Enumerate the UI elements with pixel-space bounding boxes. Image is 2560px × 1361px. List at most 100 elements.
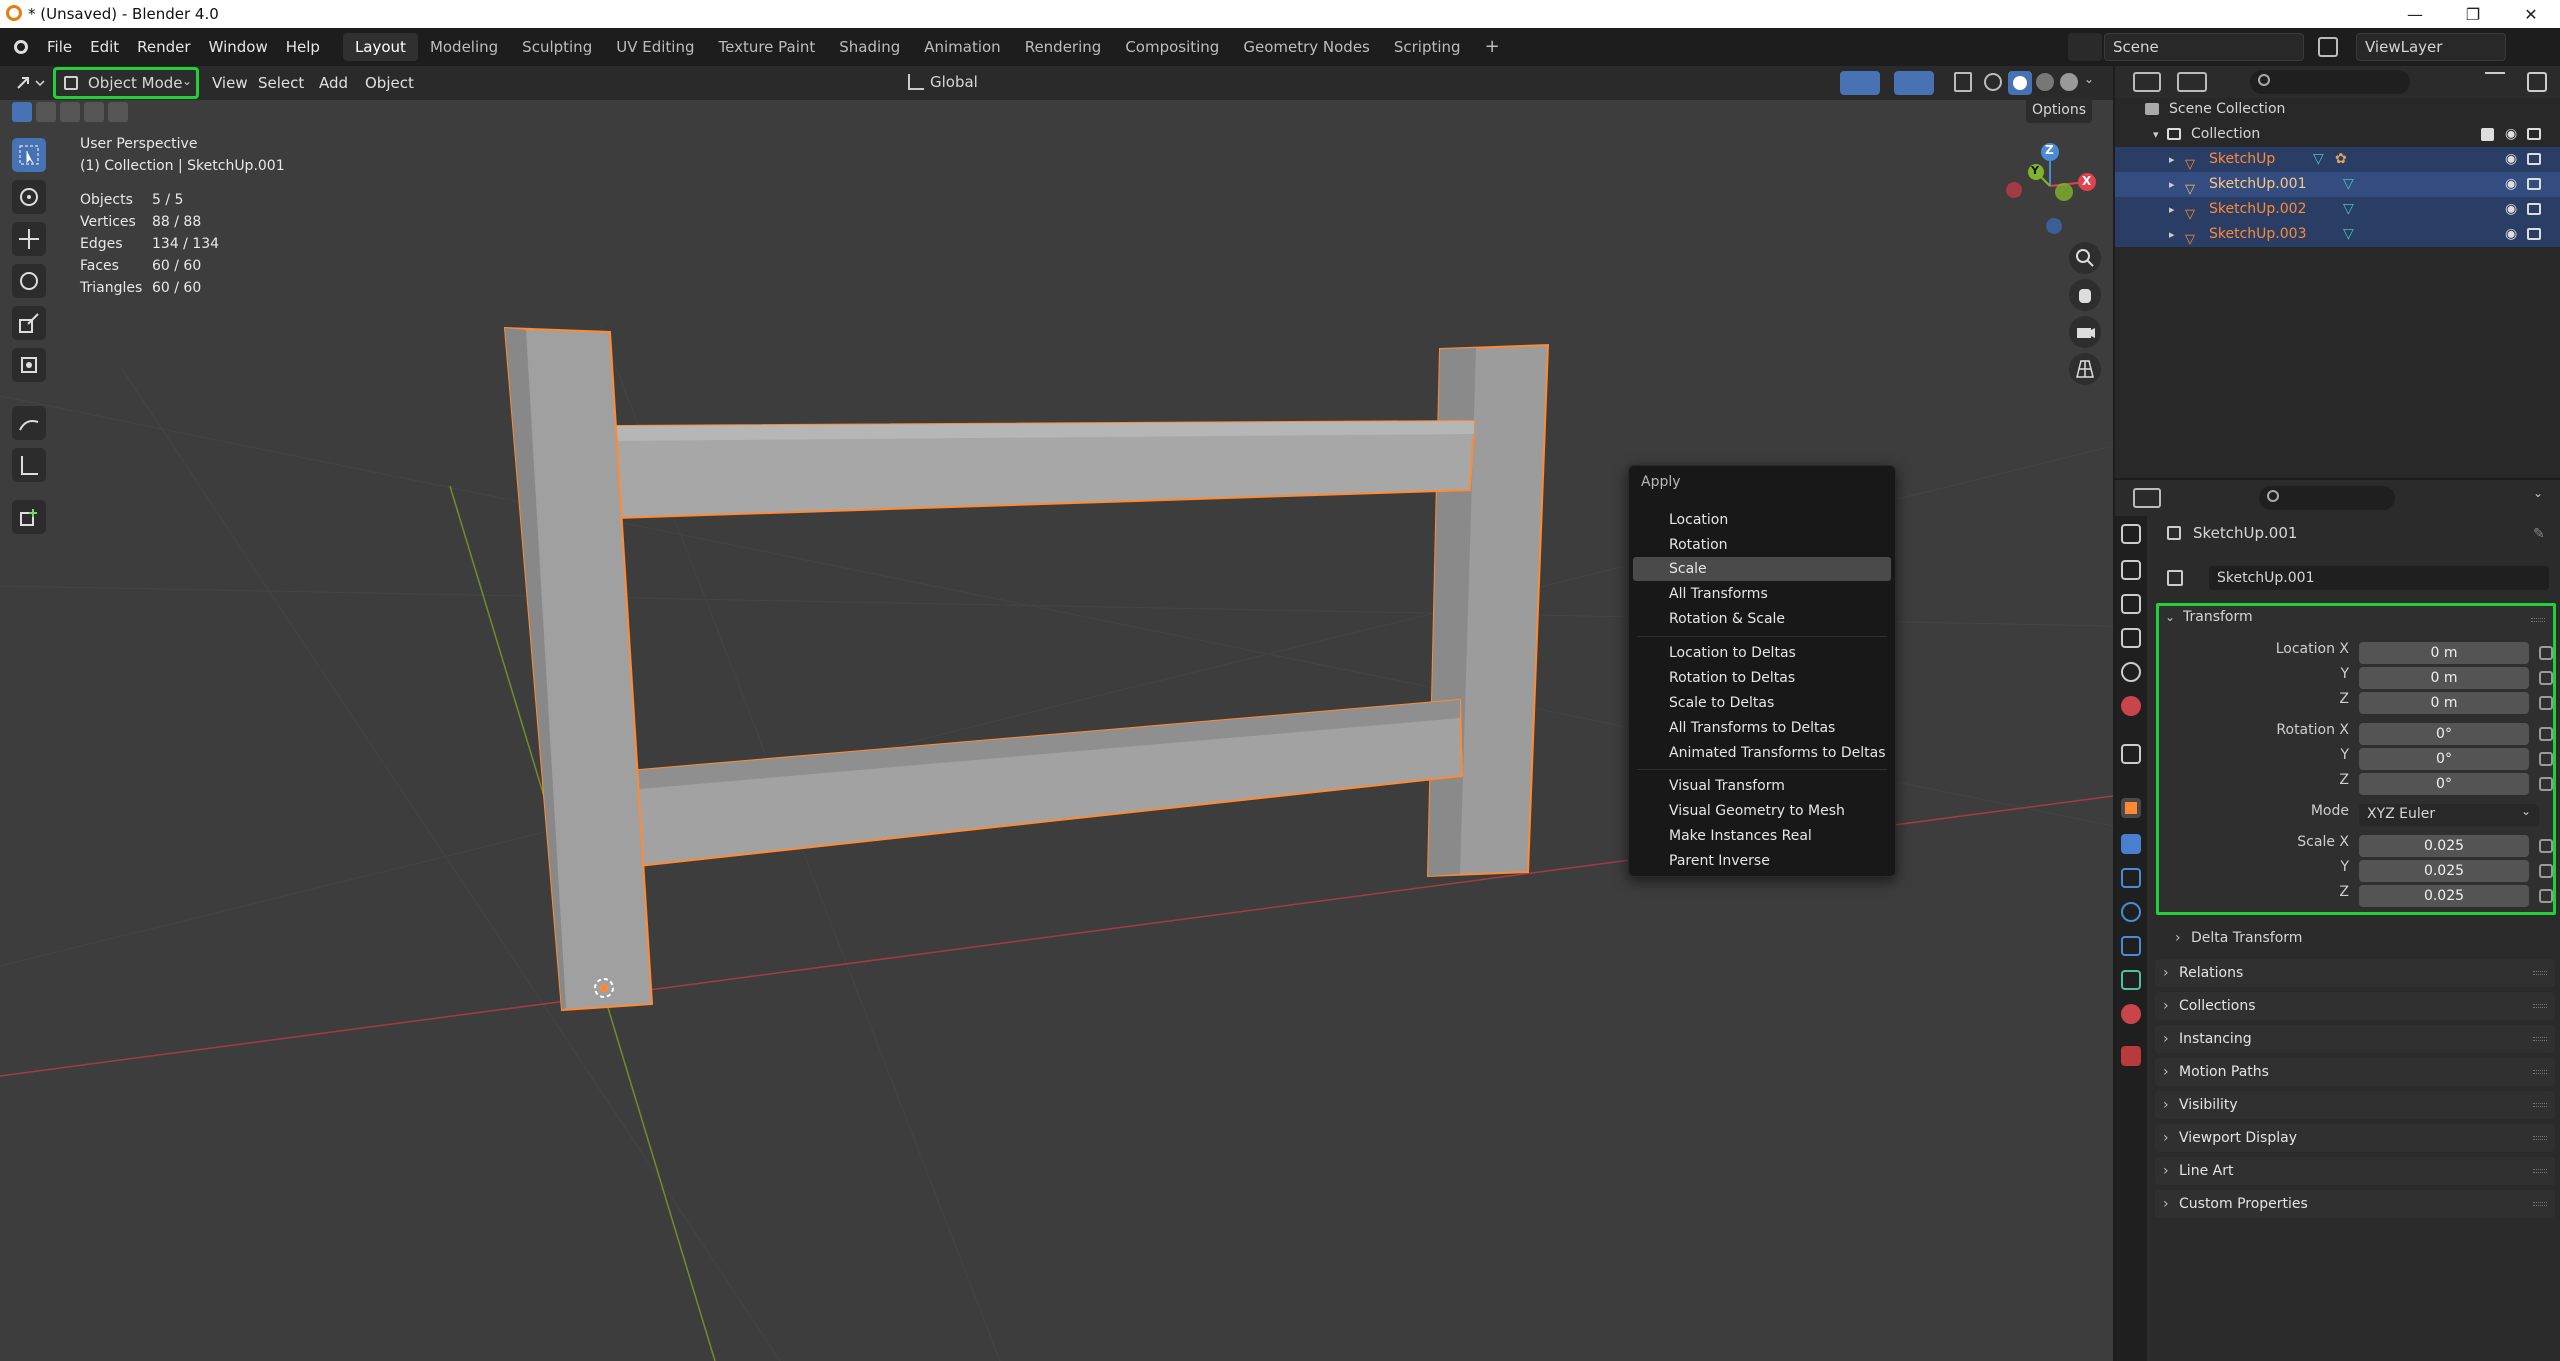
tab-rendering[interactable]: Rendering [1013,33,1114,61]
tab-sculpting[interactable]: Sculpting [510,33,604,61]
tab-texture-paint[interactable]: Texture Paint [706,33,827,61]
eye-icon[interactable]: ◉ [2505,122,2517,147]
render-tab-icon[interactable] [2121,560,2141,580]
expand-arrow-icon[interactable]: ▸ [2169,172,2175,197]
tab-animation[interactable]: Animation [912,33,1012,61]
world-tab-icon[interactable] [2121,696,2141,716]
expand-arrow-icon[interactable]: ▸ [2169,222,2175,247]
wireframe-shading-icon[interactable] [1984,73,2002,91]
scale-z-field[interactable]: 0.025 [2359,885,2529,907]
expand-arrow-icon[interactable]: ▸ [2169,197,2175,222]
outliner-row-object[interactable]: ▸ ▽ SketchUp.001 ▽ ◉ [2115,172,2560,197]
outliner-search-input[interactable] [2250,70,2410,94]
pivot-point-icon[interactable] [1010,71,1046,95]
outliner-row-object[interactable]: ▸ ▽ SketchUp.002 ▽ ◉ [2115,197,2560,222]
scale-y-field[interactable]: 0.025 [2359,860,2529,882]
camera-icon[interactable] [2527,178,2541,190]
outliner-row-object[interactable]: ▸ ▽ SketchUp.003 ▽ ◉ [2115,222,2560,247]
menu-window[interactable]: Window [200,33,277,61]
panel-viewport-display[interactable]: › Viewport Display [2155,1124,2555,1152]
rotation-mode-dropdown[interactable]: XYZ Euler ⌄ [2359,804,2539,826]
lock-icon[interactable] [2539,696,2553,710]
output-tab-icon[interactable] [2121,594,2141,614]
scale-tool[interactable] [12,306,46,340]
drag-handle-icon[interactable] [2533,1169,2547,1173]
options-button[interactable]: Options [2026,97,2092,123]
gizmo-toggle-icon[interactable] [1840,71,1880,95]
apply-parent-inverse[interactable]: Parent Inverse [1633,849,1891,873]
rendered-shading-icon[interactable] [2060,73,2078,91]
apply-rotation-to-deltas[interactable]: Rotation to Deltas [1633,666,1891,690]
outliner-row-object[interactable]: ▸ ▽ SketchUp ▽ ✿ ◉ [2115,147,2560,172]
constraints-tab-icon[interactable] [2121,936,2141,956]
scene-selector[interactable]: Scene [2104,33,2304,61]
tab-modeling[interactable]: Modeling [418,33,510,61]
menu-file[interactable]: File [38,33,81,61]
panel-instancing[interactable]: › Instancing [2155,1025,2555,1053]
menu-select[interactable]: Select [250,70,312,96]
drag-handle-icon[interactable] [2533,1004,2547,1008]
drag-handle-icon[interactable] [2533,1037,2547,1041]
rotation-y-field[interactable]: 0° [2359,748,2529,770]
collection-tab-icon[interactable] [2121,744,2141,764]
expand-arrow-icon[interactable]: ▸ [2169,147,2175,172]
view-layer-tab-icon[interactable] [2121,628,2141,648]
outliner-editor-icon[interactable] [2133,72,2161,92]
menu-add[interactable]: Add [311,70,356,96]
location-y-field[interactable]: 0 m [2359,667,2529,689]
tab-layout[interactable]: Layout [342,33,418,61]
tab-scripting[interactable]: Scripting [1382,33,1473,61]
chevron-down-icon[interactable]: ⌄ [2165,610,2175,624]
properties-search-input[interactable] [2259,486,2395,510]
apply-location-to-deltas[interactable]: Location to Deltas [1633,641,1891,665]
blender-menu-icon[interactable] [14,40,28,54]
menu-object[interactable]: Object [357,70,422,96]
object-data-tab-icon[interactable] [2121,970,2141,990]
measure-tool[interactable] [12,448,46,482]
camera-icon[interactable] [2527,153,2541,165]
panel-custom-properties[interactable]: › Custom Properties [2155,1190,2555,1218]
scale-x-field[interactable]: 0.025 [2359,835,2529,857]
panel-motion-paths[interactable]: › Motion Paths [2155,1058,2555,1086]
location-z-field[interactable]: 0 m [2359,692,2529,714]
outliner-row-scene-collection[interactable]: Scene Collection [2115,97,2560,122]
menu-help[interactable]: Help [277,33,329,61]
camera-icon[interactable] [2527,203,2541,215]
transform-orientation-dropdown[interactable]: Global [902,70,1000,96]
tab-geometry-nodes[interactable]: Geometry Nodes [1231,33,1382,61]
lock-icon[interactable] [2539,671,2553,685]
rotation-x-field[interactable]: 0° [2359,723,2529,745]
add-cube-tool[interactable] [12,500,46,534]
new-collection-icon[interactable] [2527,72,2547,92]
material-shading-icon[interactable] [2036,73,2054,91]
xray-icon[interactable] [1954,72,1972,92]
object-name-field[interactable]: SketchUp.001 [2209,566,2549,590]
apply-visual-geometry-to-mesh[interactable]: Visual Geometry to Mesh [1633,799,1891,823]
apply-rotation[interactable]: Rotation [1633,533,1891,557]
apply-scale-to-deltas[interactable]: Scale to Deltas [1633,691,1891,715]
menu-edit[interactable]: Edit [81,33,128,61]
tab-shading[interactable]: Shading [827,33,912,61]
menu-render[interactable]: Render [128,33,199,61]
overlay-toggle-icon[interactable] [1894,71,1934,95]
apply-visual-transform[interactable]: Visual Transform [1633,774,1891,798]
display-mode-icon[interactable] [2177,72,2207,92]
perspective-toggle-icon[interactable] [2069,353,2101,385]
properties-editor-icon[interactable] [2133,488,2161,508]
pan-hand-icon[interactable] [2069,279,2101,311]
lock-icon[interactable] [2539,889,2553,903]
lock-icon[interactable] [2539,839,2553,853]
cursor-tool[interactable] [12,180,46,214]
select-subtract-icon[interactable] [60,102,80,122]
apply-rotation-scale[interactable]: Rotation & Scale [1633,607,1891,631]
apply-animated-transforms-to-deltas[interactable]: Animated Transforms to Deltas [1633,741,1891,765]
panel-line-art[interactable]: › Line Art [2155,1157,2555,1185]
object-browse-icon[interactable] [2167,570,2183,586]
material-tab-icon[interactable] [2121,1004,2141,1024]
camera-icon[interactable] [2527,128,2541,140]
particles-tab-icon[interactable] [2121,868,2141,888]
apply-all-transforms[interactable]: All Transforms [1633,582,1891,606]
solid-shading-icon[interactable] [2008,71,2032,95]
rotation-z-field[interactable]: 0° [2359,773,2529,795]
menu-view[interactable]: View [204,70,256,96]
